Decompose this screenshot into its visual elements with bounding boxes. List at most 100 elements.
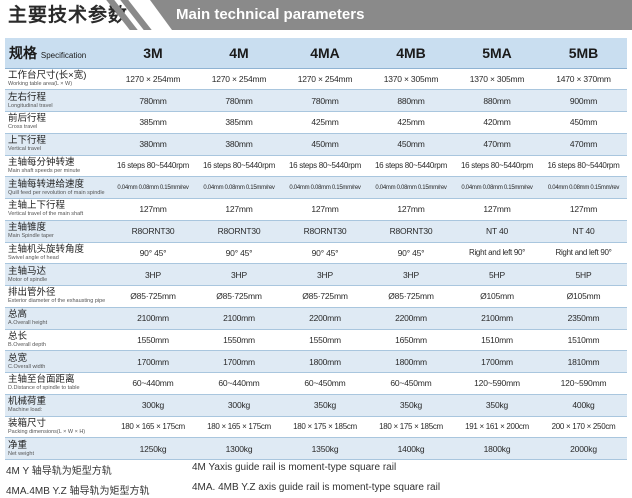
spec-value: 5HP [540,263,627,286]
row-label: 左右行程 Longitudinal travel [5,89,110,112]
spec-row: 工作台尺寸(长×宽) Working table area(L × W) 1270 … [5,68,627,91]
spec-value: 0.04mm 0.08mm 0.15mm/rev [540,176,627,199]
spec-value: Right and left 90° [454,242,540,265]
row-label: 主轴上下行程 Vertical travel of the main shaft [5,198,110,221]
spec-header-cn: 规格 [9,44,37,61]
row-label-cn: 前后行程 [8,113,47,125]
spec-value: 120~590mm [454,372,540,395]
spec-value: Ø85·725mm [368,285,454,308]
spec-value: 900mm [540,89,627,112]
model-header: 5MA [454,38,540,69]
row-label-en: Vertical travel of the main shaft [8,211,84,218]
spec-value: 380mm [196,133,282,156]
row-label: 主轴锥度 Main Spindle taper [5,220,110,243]
spec-value: 5HP [454,263,540,286]
spec-value: 425mm [282,111,368,134]
row-label: 主轴每分钟转速 Main shaft speeds per minute [5,155,110,178]
spec-value: 1700mm [110,350,196,373]
header-row: 规格 Specification 3M 4M 4MA 4MB 5MA 5MB [5,38,627,69]
row-label-en: Cross travel [8,124,38,131]
spec-value: 127mm [196,198,282,221]
row-label: 排出管外径 Exterior diameter of the exhausting… [5,285,110,308]
model-header: 4MA [282,38,368,69]
model-header: 3M [110,38,196,69]
model-header: 4MB [368,38,454,69]
row-label: 装箱尺寸 Packing dimensions(L × W × H) [5,416,110,439]
spec-value: 16 steps 80~5440rpm [454,155,540,178]
spec-value: 90° 45° [282,242,368,265]
spec-value: 200 × 170 × 250cm [540,416,627,439]
spec-value: 1270 × 254mm [282,68,368,91]
spec-value: 1350kg [282,437,368,460]
spec-value: 1800kg [454,437,540,460]
spec-value: 780mm [110,89,196,112]
spec-value: Ø105mm [454,285,540,308]
row-label-cn: 机械荷重 [8,396,47,408]
row-label-cn: 总长 [8,330,28,342]
spec-value: 780mm [282,89,368,112]
row-label-en: Exterior diameter of the exhausting pipe [8,298,106,305]
footnote-en: 4MA. 4MB Y.Z axis guide rail is moment-t… [192,482,441,493]
row-label-en: Working table area(L × W) [8,80,73,87]
spec-value: 90° 45° [196,242,282,265]
row-label-cn: 工作台尺寸(长×宽) [8,69,87,81]
spec-value: Ø85·725mm [196,285,282,308]
spec-value: 127mm [454,198,540,221]
spec-row: 机械荷重 Machine load: 300kg 300kg 350kg 350kg 350… [5,394,627,417]
spec-value: 60~450mm [368,372,454,395]
row-label-en: Main shaft speeds per minute [8,167,81,174]
spec-value: 1550mm [196,329,282,352]
row-label-en: Vertical travel [8,146,42,153]
row-label: 净重 Net weight [5,437,110,460]
row-label-cn: 主轴每分钟转速 [8,156,75,168]
row-label: 总宽 C.Overall width [5,350,110,373]
spec-value: 60~450mm [282,372,368,395]
spec-value: NT 40 [454,220,540,243]
model-header: 4M [196,38,282,69]
spec-row: 左右行程 Longitudinal travel 780mm 780mm 780mm 88… [5,89,627,112]
spec-header-en: Specification [40,50,87,60]
spec-row: 总高 A.Overall height 2100mm 2100mm 2200mm 2200… [5,307,627,330]
spec-value: 350kg [454,394,540,417]
spec-row: 主轴马达 Motor of spindle 3HP 3HP 3HP 3HP 5HP 5HP [5,263,627,286]
row-label: 前后行程 Cross travel [5,111,110,134]
spec-value: 2100mm [110,307,196,330]
spec-row: 净重 Net weight 1250kg 1300kg 1350kg 1400kg 1800… [5,437,627,460]
row-label-cn: 主轴至台面距离 [8,374,75,386]
spec-value: 450mm [540,111,627,134]
spec-row: 主轴至台面距离 D.Distance of spindle to table 60~… [5,372,627,395]
spec-row: 总宽 C.Overall width 1700mm 1700mm 1800mm 1800m… [5,350,627,373]
spec-value: R8ORNT30 [282,220,368,243]
spec-value: 1370 × 305mm [454,68,540,91]
row-label-cn: 左右行程 [8,91,47,103]
spec-value: 2200mm [282,307,368,330]
spec-value: 3HP [282,263,368,286]
row-label-cn: 主轴锥度 [8,222,47,234]
spec-value: 385mm [110,111,196,134]
spec-value: 1470 × 370mm [540,68,627,91]
row-label-en: Packing dimensions(L × W × H) [8,428,86,435]
row-label-en: Quill feed per revolution of main spindl… [8,189,105,196]
spec-value: 2350mm [540,307,627,330]
row-label-en: Machine load: [8,407,43,414]
spec-value: 1510mm [454,329,540,352]
spec-value: 2100mm [454,307,540,330]
spec-value: 780mm [196,89,282,112]
spec-value: 1550mm [110,329,196,352]
spec-value: 3HP [368,263,454,286]
spec-row: 主轴每分钟转速 Main shaft speeds per minute 16 st… [5,155,627,178]
spec-value: 470mm [454,133,540,156]
spec-value: 180 × 175 × 185cm [368,416,454,439]
spec-value: 1810mm [540,350,627,373]
spec-row: 主轴上下行程 Vertical travel of the main shaft 1… [5,198,627,221]
spec-value: 420mm [454,111,540,134]
spec-value: 1800mm [282,350,368,373]
spec-value: 16 steps 80~5440rpm [110,155,196,178]
row-label-cn: 总高 [8,309,28,321]
spec-value: 2100mm [196,307,282,330]
row-label-en: A.Overall height [8,320,48,327]
row-label-cn: 上下行程 [8,135,47,147]
spec-value: Right and left 90° [540,242,627,265]
spec-row: 上下行程 Vertical travel 380mm 380mm 450mm 450mm 4… [5,133,627,156]
row-label-en: Swivel angle of head [8,254,59,261]
